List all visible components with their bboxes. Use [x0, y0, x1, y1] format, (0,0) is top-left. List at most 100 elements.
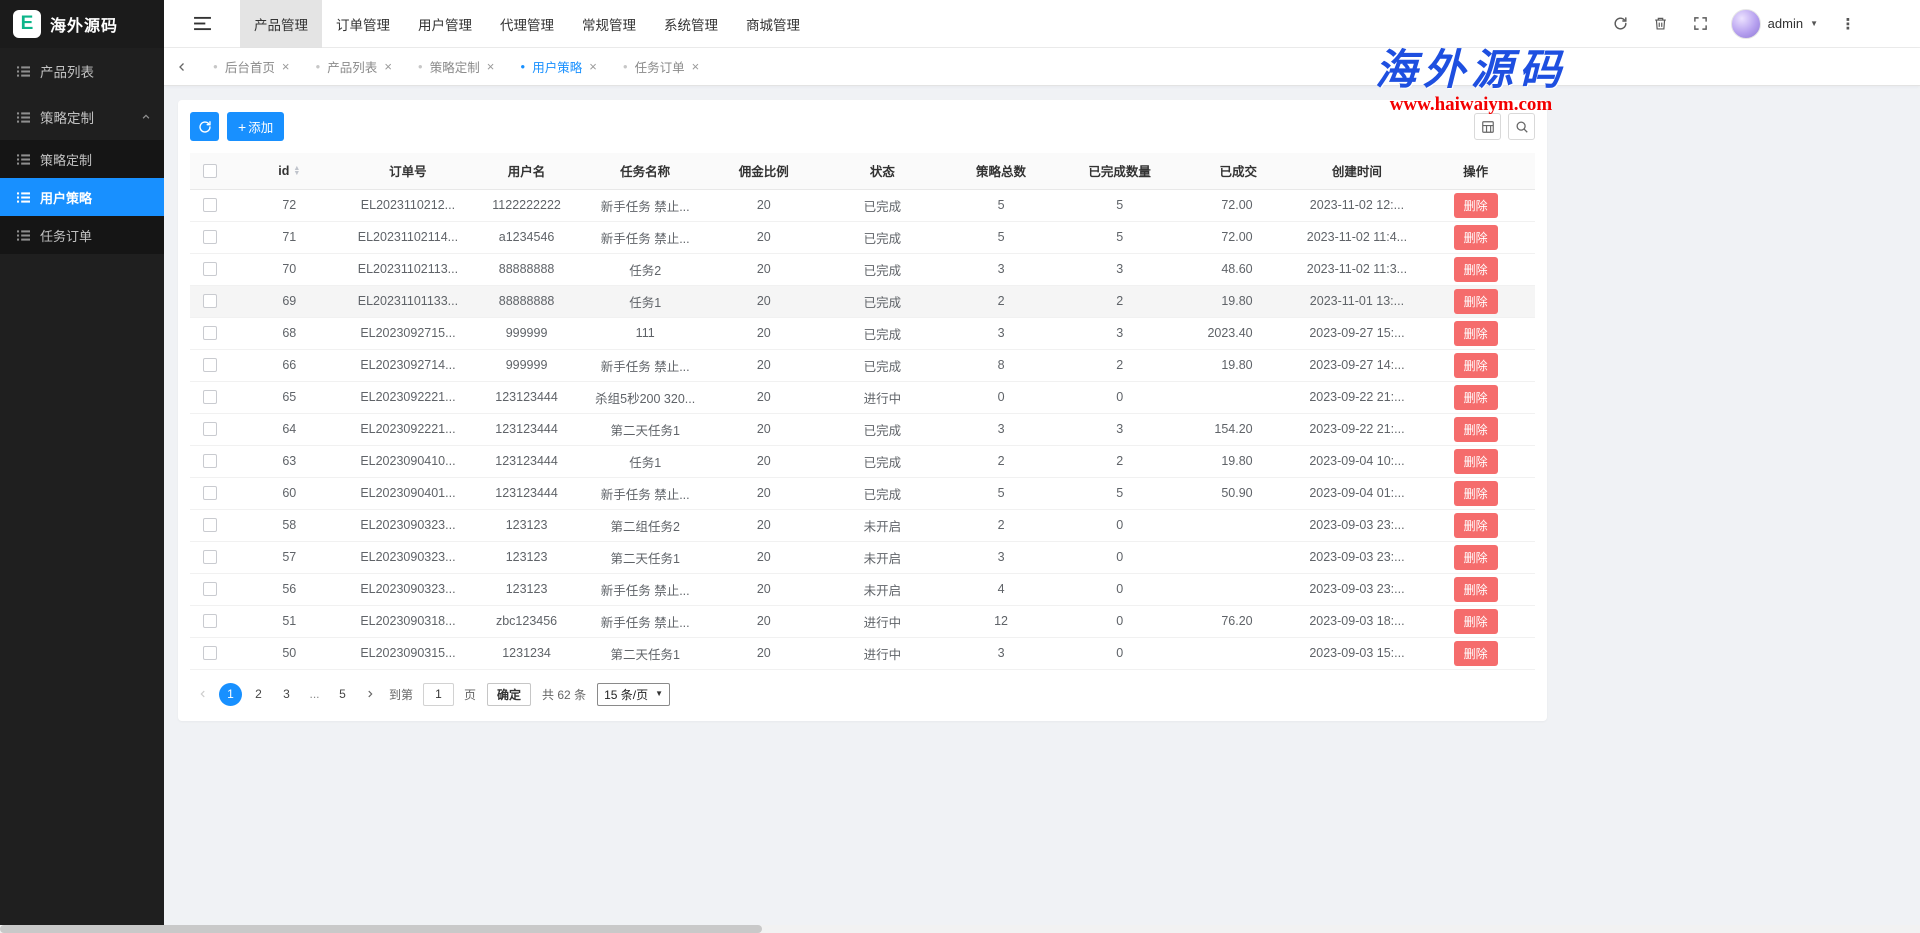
fullscreen-button[interactable] — [1681, 0, 1721, 48]
delete-button[interactable]: 删除 — [1454, 609, 1498, 634]
table-header: id▲▼ 订单号 用户名 任务名称 佣金比例 状态 策略总数 已完成数量 已成交… — [190, 153, 1535, 189]
row-checkbox[interactable] — [203, 390, 217, 404]
top-nav-item[interactable]: 常规管理 — [568, 0, 650, 48]
delete-button[interactable]: 删除 — [1454, 577, 1498, 602]
cell-deal-amount: 19.80 — [1179, 285, 1298, 317]
sidebar-submenu-item[interactable]: 用户策略 — [0, 178, 164, 216]
more-menu-button[interactable]: ⋮ — [1828, 0, 1868, 48]
row-checkbox[interactable] — [203, 262, 217, 276]
top-nav-item[interactable]: 产品管理 — [240, 0, 322, 48]
top-nav-item[interactable]: 商城管理 — [732, 0, 814, 48]
columns-button[interactable] — [1474, 113, 1501, 140]
row-checkbox[interactable] — [203, 454, 217, 468]
cell-id: 71 — [230, 221, 349, 253]
page-number[interactable]: 3 — [275, 683, 298, 706]
col-id[interactable]: id▲▼ — [230, 153, 349, 189]
top-nav-item[interactable]: 用户管理 — [404, 0, 486, 48]
row-checkbox[interactable] — [203, 486, 217, 500]
list-icon — [17, 229, 30, 242]
tab-close-icon[interactable]: × — [487, 60, 495, 73]
user-menu[interactable]: admin ▼ — [1721, 0, 1828, 48]
sidebar-submenu-item[interactable]: 任务订单 — [0, 216, 164, 254]
brand-logo[interactable]: E 海外源码 — [0, 0, 164, 48]
delete-button[interactable]: 删除 — [1454, 225, 1498, 250]
table-row: 63 EL2023090410... 123123444 任务1 20 已完成 … — [190, 445, 1535, 477]
cell-status: 进行中 — [823, 605, 942, 637]
delete-button[interactable]: 删除 — [1454, 641, 1498, 666]
page-tab[interactable]: ● 后台首页 × — [200, 48, 302, 86]
goto-page-input[interactable] — [423, 683, 454, 706]
clear-cache-button[interactable] — [1641, 0, 1681, 48]
row-checkbox[interactable] — [203, 294, 217, 308]
row-checkbox[interactable] — [203, 198, 217, 212]
brand-title: 海外源码 — [50, 12, 118, 36]
page-number[interactable]: 5 — [331, 683, 354, 706]
sidebar-submenu-item[interactable]: 策略定制 — [0, 140, 164, 178]
row-checkbox[interactable] — [203, 582, 217, 596]
delete-button[interactable]: 删除 — [1454, 321, 1498, 346]
row-checkbox[interactable] — [203, 518, 217, 532]
sidebar-group-strategy[interactable]: 策略定制 — [0, 94, 164, 140]
next-page-button[interactable] — [359, 683, 381, 705]
delete-button[interactable]: 删除 — [1454, 513, 1498, 538]
delete-button[interactable]: 删除 — [1454, 289, 1498, 314]
delete-button[interactable]: 删除 — [1454, 353, 1498, 378]
top-nav-item[interactable]: 代理管理 — [486, 0, 568, 48]
cell-deal-amount: 48.60 — [1179, 253, 1298, 285]
horizontal-scrollbar[interactable] — [0, 925, 1920, 933]
row-checkbox[interactable] — [203, 422, 217, 436]
page-number[interactable]: 1 — [219, 683, 242, 706]
page-size-select[interactable]: 15 条/页 ▼ — [597, 683, 670, 706]
delete-button[interactable]: 删除 — [1454, 193, 1498, 218]
delete-button[interactable]: 删除 — [1454, 385, 1498, 410]
page-tab[interactable]: ● 用户策略 × — [507, 48, 609, 86]
row-checkbox[interactable] — [203, 614, 217, 628]
page-tab[interactable]: ● 任务订单 × — [610, 48, 712, 86]
col-status: 状态 — [823, 153, 942, 189]
sidebar-item-product-list[interactable]: 产品列表 — [0, 48, 164, 94]
cell-username: 123123 — [467, 509, 586, 541]
top-nav-item[interactable]: 订单管理 — [322, 0, 404, 48]
sidebar-toggle-button[interactable] — [164, 0, 240, 48]
tab-close-icon[interactable]: × — [384, 60, 392, 73]
row-checkbox[interactable] — [203, 550, 217, 564]
cell-order-no: EL20231102114... — [349, 221, 468, 253]
cell-strategy-total: 3 — [942, 637, 1061, 669]
page-number[interactable]: 2 — [247, 683, 270, 706]
row-checkbox[interactable] — [203, 358, 217, 372]
sort-icon[interactable]: ▲▼ — [293, 166, 300, 176]
cell-deal-amount: 154.20 — [1179, 413, 1298, 445]
tabs-scroll-left-button[interactable] — [164, 48, 200, 86]
page-number[interactable]: ... — [303, 683, 326, 706]
cell-username: 123123444 — [467, 413, 586, 445]
prev-page-button[interactable] — [192, 683, 214, 705]
delete-button[interactable]: 删除 — [1454, 545, 1498, 570]
add-button[interactable]: + 添加 — [227, 112, 284, 141]
delete-button[interactable]: 删除 — [1454, 481, 1498, 506]
delete-button[interactable]: 删除 — [1454, 417, 1498, 442]
scrollbar-thumb[interactable] — [0, 925, 762, 933]
tab-close-icon[interactable]: × — [692, 60, 700, 73]
tab-close-icon[interactable]: × — [282, 60, 290, 73]
delete-button[interactable]: 删除 — [1454, 449, 1498, 474]
delete-button[interactable]: 删除 — [1454, 257, 1498, 282]
cell-deal-amount: 72.00 — [1179, 189, 1298, 221]
page-tab[interactable]: ● 产品列表 × — [302, 48, 404, 86]
refresh-button[interactable] — [1601, 0, 1641, 48]
row-checkbox[interactable] — [203, 326, 217, 340]
cell-deal-amount — [1179, 637, 1298, 669]
confirm-page-button[interactable]: 确定 — [487, 683, 531, 706]
search-button[interactable] — [1508, 113, 1535, 140]
list-icon — [17, 111, 30, 124]
tab-dot-icon: ● — [520, 63, 525, 71]
cell-completed-count: 2 — [1060, 285, 1179, 317]
tab-close-icon[interactable]: × — [589, 60, 597, 73]
row-checkbox[interactable] — [203, 646, 217, 660]
top-nav-item[interactable]: 系统管理 — [650, 0, 732, 48]
page-tab[interactable]: ● 策略定制 × — [405, 48, 507, 86]
cell-username: 123123444 — [467, 381, 586, 413]
cell-order-no: EL2023090323... — [349, 573, 468, 605]
table-refresh-button[interactable] — [190, 112, 219, 141]
row-checkbox[interactable] — [203, 230, 217, 244]
select-all-checkbox[interactable] — [203, 164, 217, 178]
